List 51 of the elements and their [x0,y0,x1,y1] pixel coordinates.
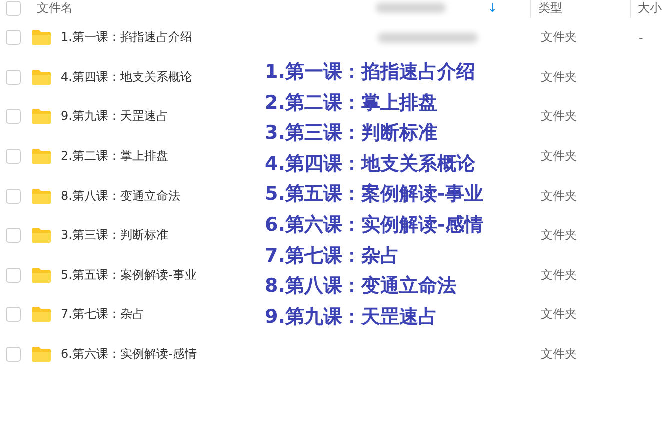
file-size: - [638,30,644,45]
file-type: 文件夹 [540,266,578,284]
course-title: 4.第四课：地支关系概论 [265,152,476,177]
folder-icon [31,346,52,364]
folder-icon [31,266,52,284]
file-type: 文件夹 [540,148,578,166]
file-name[interactable]: 6.第六课：实例解读-感情 [61,346,197,364]
folder-icon [31,148,52,166]
file-name[interactable]: 1.第一课：掐指速占介绍 [61,29,192,46]
course-title: 7.第七课：杂占 [265,244,400,269]
file-type: 文件夹 [540,188,578,205]
row-checkbox[interactable] [6,188,21,204]
file-type: 文件夹 [540,108,578,126]
file-type: 文件夹 [540,306,578,324]
folder-icon [31,306,52,324]
row-checkbox[interactable] [6,307,21,322]
folder-icon [31,108,52,126]
select-all-checkbox[interactable] [6,0,21,16]
row-checkbox[interactable] [6,268,21,283]
name-column-header[interactable]: 文件名 [37,0,73,16]
size-column-header[interactable]: 大小 [631,0,662,16]
row-checkbox[interactable] [6,109,21,124]
file-type: 文件夹 [540,29,578,46]
row-checkbox[interactable] [6,70,21,85]
blurred-text [376,3,446,13]
file-name[interactable]: 9.第九课：天罡速占 [61,108,168,126]
file-name[interactable]: 3.第三课：判断标准 [61,227,168,244]
row-checkbox[interactable] [6,149,21,164]
folder-icon [31,188,52,205]
course-title: 9.第九课：天罡速占 [265,304,438,330]
row-checkbox[interactable] [6,228,21,244]
file-name[interactable]: 4.第四课：地支关系概论 [61,68,192,86]
folder-icon [31,29,52,46]
type-column-header[interactable]: 类型 [531,0,630,16]
file-name[interactable]: 5.第五课：案例解读-事业 [61,266,197,284]
file-type: 文件夹 [540,68,578,86]
folder-icon [31,227,52,244]
file-type: 文件夹 [540,346,578,364]
course-title: 5.第五课：案例解读-事业 [265,182,484,208]
file-type: 文件夹 [540,227,578,244]
file-name[interactable]: 2.第二课：掌上排盘 [61,148,168,166]
course-title: 1.第一课：掐指速占介绍 [265,60,476,85]
course-title: 8.第八课：变通立命法 [265,274,458,300]
folder-icon [31,68,52,86]
file-name[interactable]: 8.第八课：变通立命法 [61,188,180,205]
course-title: 2.第二课：掌上排盘 [265,90,438,116]
file-name[interactable]: 7.第七课：杂占 [61,306,144,324]
row-checkbox[interactable] [6,30,21,46]
course-title: 6.第六课：实例解读-感情 [265,212,484,238]
row-checkbox[interactable] [6,347,21,362]
course-title: 3.第三课：判断标准 [265,121,438,146]
